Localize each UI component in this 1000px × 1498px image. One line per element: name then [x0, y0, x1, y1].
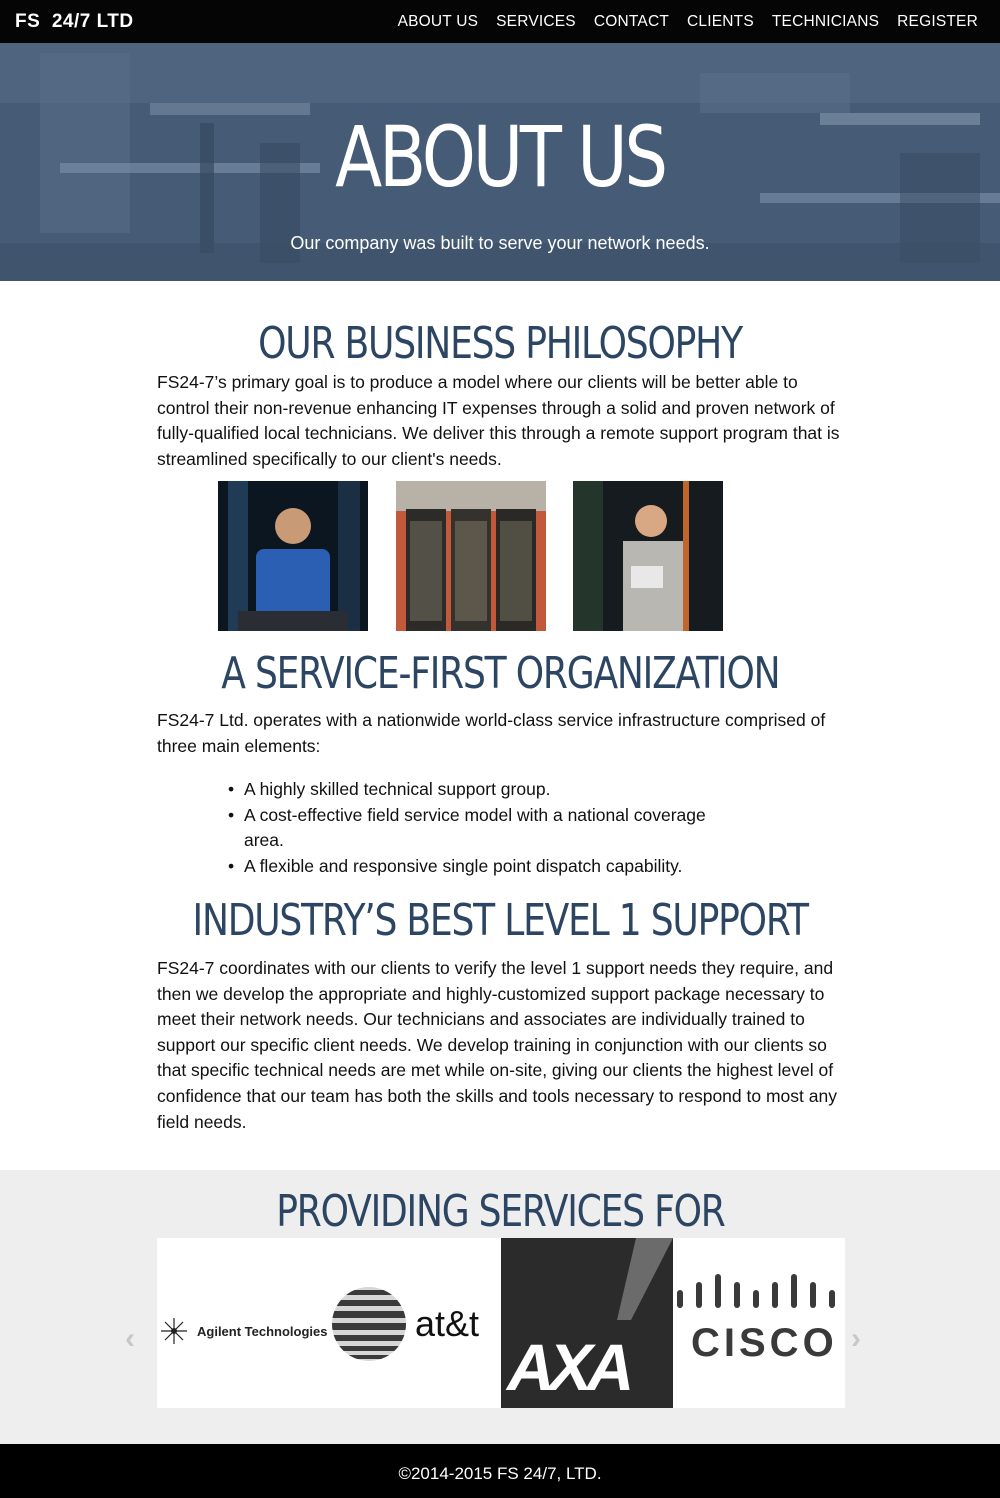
carousel-next-arrow[interactable]: ›	[851, 1322, 861, 1356]
list-item: A highly skilled technical support group…	[228, 777, 748, 803]
agilent-spark-icon: Agilent Technologies	[161, 1318, 328, 1344]
clients-section: PROVIDING SERVICES FOR ‹ › Agilent Techn…	[0, 1170, 1000, 1444]
cisco-logo[interactable]: CISCO	[673, 1238, 845, 1408]
server-racks-photo	[396, 481, 546, 631]
service-elements-list: A highly skilled technical support group…	[228, 777, 748, 879]
navbar: FS 24/7 LTD ABOUT US SERVICES CONTACT CL…	[0, 0, 1000, 43]
list-item: A flexible and responsive single point d…	[228, 854, 748, 880]
service-first-text: FS24-7 Ltd. operates with a nationwide w…	[157, 710, 826, 756]
nav-about-us[interactable]: ABOUT US	[398, 13, 479, 31]
page-title: ABOUT US	[335, 108, 668, 206]
svg-text:at&t: at&t	[415, 1303, 479, 1344]
technician-tablet-photo	[573, 481, 723, 631]
list-item: A cost-effective field service model wit…	[228, 803, 728, 854]
att-logo[interactable]: at&t	[329, 1238, 501, 1408]
section-heading-clients: PROVIDING SERVICES FOR	[275, 1186, 726, 1237]
photo-row	[0, 481, 1000, 631]
client-logo-carousel: Agilent Technologies at&t AXA CISCO	[157, 1238, 845, 1408]
brand-logo[interactable]: FS 24/7 LTD	[15, 11, 134, 33]
nav-clients[interactable]: CLIENTS	[687, 13, 754, 31]
section-heading-service-first: A SERVICE-FIRST ORGANIZATION	[220, 648, 780, 699]
page-subtitle: Our company was built to serve your netw…	[290, 233, 710, 253]
section-heading-support: INDUSTRY’S BEST LEVEL 1 SUPPORT	[192, 895, 809, 946]
technician-keyboard-photo	[218, 481, 368, 631]
nav-services[interactable]: SERVICES	[496, 13, 576, 31]
hero-banner: ABOUT US Our company was built to serve …	[0, 43, 1000, 281]
nav-register[interactable]: REGISTER	[897, 13, 978, 31]
att-globe-icon: at&t	[332, 1287, 479, 1361]
main-nav: ABOUT US SERVICES CONTACT CLIENTS TECHNI…	[398, 0, 978, 43]
nav-technicians[interactable]: TECHNICIANS	[772, 13, 879, 31]
agilent-logo[interactable]: Agilent Technologies	[157, 1238, 329, 1408]
philosophy-text: FS24-7’s primary goal is to produce a mo…	[157, 372, 840, 469]
axa-logo[interactable]: AXA	[501, 1238, 673, 1408]
svg-text:CISCO: CISCO	[691, 1321, 838, 1365]
footer-copyright: ©2014-2015 FS 24/7, LTD.	[0, 1444, 1000, 1498]
svg-text:Agilent Technologies: Agilent Technologies	[197, 1324, 328, 1339]
axa-mark-icon: AXA	[505, 1238, 673, 1404]
support-text: FS24-7 coordinates with our clients to v…	[157, 958, 837, 1132]
carousel-prev-arrow[interactable]: ‹	[125, 1322, 135, 1356]
section-heading-philosophy: OUR BUSINESS PHILOSOPHY	[258, 318, 743, 369]
cisco-bars-icon: CISCO	[677, 1274, 838, 1365]
nav-contact[interactable]: CONTACT	[594, 13, 669, 31]
svg-text:AXA: AXA	[505, 1330, 630, 1404]
